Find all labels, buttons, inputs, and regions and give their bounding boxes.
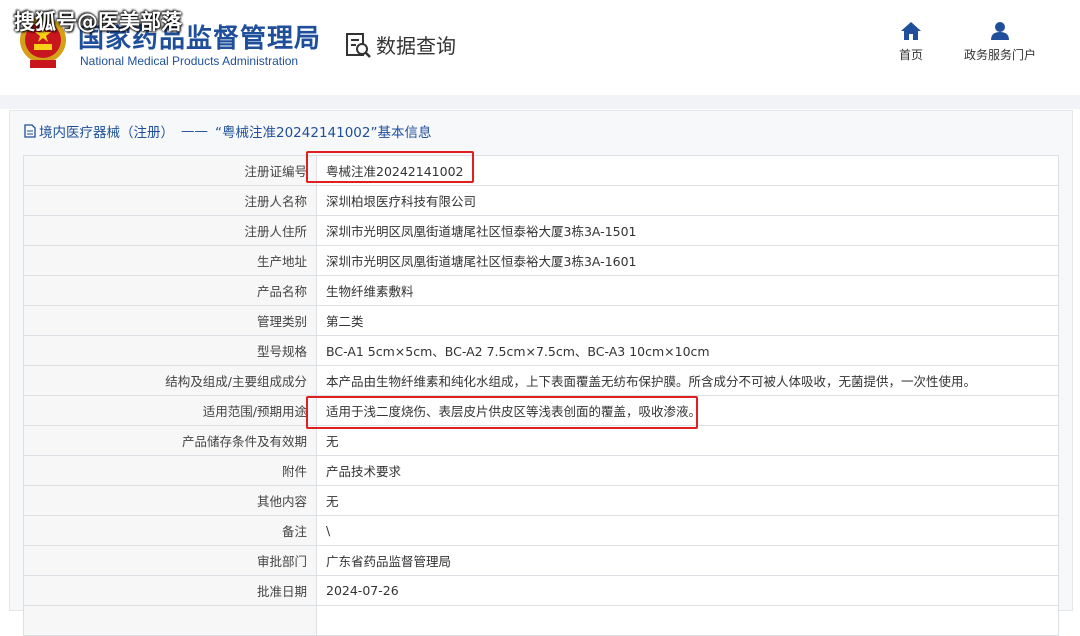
table-row: 注册人名称 深圳柏垠医疗科技有限公司 — [23, 185, 1059, 216]
field-label: 型号规格 — [23, 335, 317, 366]
field-label: 产品储存条件及有效期 — [23, 425, 317, 456]
field-value: \ — [316, 515, 1059, 546]
field-label: 注册人住所 — [23, 215, 317, 246]
nav-home-label: 首页 — [898, 48, 923, 62]
field-label: 批准日期 — [23, 575, 317, 606]
table-row: 产品储存条件及有效期无 — [23, 425, 1059, 456]
field-label: 结构及组成/主要组成成分 — [23, 365, 317, 396]
table-row: 生产地址 深圳市光明区凤凰街道塘尾社区恒泰裕大厦3栋3A-1601 — [23, 245, 1059, 276]
table-row: 审批部门 广东省药品监督管理局 — [23, 545, 1059, 576]
field-label: 产品名称 — [23, 275, 317, 306]
table-row: 注册人住所 深圳市光明区凤凰街道塘尾社区恒泰裕大厦3栋3A-1501 — [23, 215, 1059, 246]
field-value: 深圳市光明区凤凰街道塘尾社区恒泰裕大厦3栋3A-1601 — [316, 245, 1059, 276]
field-value: 适用于浅二度烧伤、表层皮片供皮区等浅表创面的覆盖，吸收渗液。 — [316, 395, 1059, 426]
table-row: 适用范围/预期用途 适用于浅二度烧伤、表层皮片供皮区等浅表创面的覆盖，吸收渗液。 — [23, 395, 1059, 426]
field-value: 2024-07-26 — [316, 575, 1059, 606]
table-row: 其他内容无 — [23, 485, 1059, 516]
site-header: 国家药品监督管理局 National Medical Products Admi… — [0, 0, 1080, 95]
field-value: 生物纤维素敷料 — [316, 275, 1059, 306]
nav-service-portal-label: 政务服务门户 — [963, 48, 1036, 62]
field-value: BC-A1 5cm×5cm、BC-A2 7.5cm×7.5cm、BC-A3 10… — [316, 335, 1059, 366]
field-value: 粤械注准20242141002 — [316, 155, 1059, 186]
breadcrumb: 境内医疗器械（注册） —— “粤械注准20242141002”基本信息 — [24, 121, 431, 141]
table-row: 产品名称 生物纤维素敷料 — [23, 275, 1059, 306]
field-value: 无 — [316, 425, 1059, 456]
data-query-label: 数据查询 — [376, 34, 456, 58]
field-value: 第二类 — [316, 305, 1059, 336]
watermark-text: 搜狐号@医美部落 — [14, 10, 182, 34]
detail-panel: 境内医疗器械（注册） —— “粤械注准20242141002”基本信息 注册证编… — [9, 110, 1073, 636]
field-label: 管理类别 — [23, 305, 317, 336]
table-row: 备注 \ — [23, 515, 1059, 546]
table-row: 结构及组成/主要组成成分 本产品由生物纤维素和纯化水组成，上下表面覆盖无纺布保护膜… — [23, 365, 1059, 396]
field-label: 备注 — [23, 515, 317, 546]
registration-info-table: 注册证编号 粤械注准20242141002 注册人名称 深圳柏垠医疗科技有限公司 注册人… — [23, 155, 1059, 636]
field-label — [23, 605, 317, 636]
field-label: 适用范围/预期用途 — [23, 395, 317, 426]
breadcrumb-separator: —— — [181, 123, 208, 139]
document-icon — [24, 124, 36, 138]
table-row: 管理类别 第二类 — [23, 305, 1059, 336]
header-divider — [0, 95, 1080, 109]
field-label: 其他内容 — [23, 485, 317, 516]
field-value — [316, 605, 1059, 636]
user-icon — [991, 22, 1009, 40]
field-value: 产品技术要求 — [316, 455, 1059, 486]
table-row: 注册证编号 粤械注准20242141002 — [23, 155, 1059, 186]
field-value: 本产品由生物纤维素和纯化水组成，上下表面覆盖无纺布保护膜。所含成分不可被人体吸收… — [316, 365, 1059, 396]
field-label: 生产地址 — [23, 245, 317, 276]
home-icon — [901, 22, 921, 40]
data-query-link[interactable]: 数据查询 — [344, 30, 456, 59]
field-value: 深圳柏垠医疗科技有限公司 — [316, 185, 1059, 216]
document-search-icon — [346, 32, 371, 58]
breadcrumb-section[interactable]: 境内医疗器械（注册） — [39, 121, 174, 141]
logo-title-en: National Medical Products Administration — [80, 54, 299, 68]
table-row — [23, 605, 1059, 636]
field-label: 审批部门 — [23, 545, 317, 576]
table-row: 附件 产品技术要求 — [23, 455, 1059, 486]
breadcrumb-record: “粤械注准20242141002”基本信息 — [215, 125, 432, 141]
table-row: 批准日期 2024-07-26 — [23, 575, 1059, 606]
field-value: 深圳市光明区凤凰街道塘尾社区恒泰裕大厦3栋3A-1501 — [316, 215, 1059, 246]
table-row: 型号规格 BC-A1 5cm×5cm、BC-A2 7.5cm×7.5cm、BC-A… — [23, 335, 1059, 366]
field-value: 广东省药品监督管理局 — [316, 545, 1059, 576]
nav-service-portal[interactable]: 政务服务门户 — [955, 22, 1045, 63]
field-label: 注册证编号 — [23, 155, 317, 186]
field-label: 附件 — [23, 455, 317, 486]
nav-home[interactable]: 首页 — [866, 22, 956, 63]
field-label: 注册人名称 — [23, 185, 317, 216]
field-value: 无 — [316, 485, 1059, 516]
